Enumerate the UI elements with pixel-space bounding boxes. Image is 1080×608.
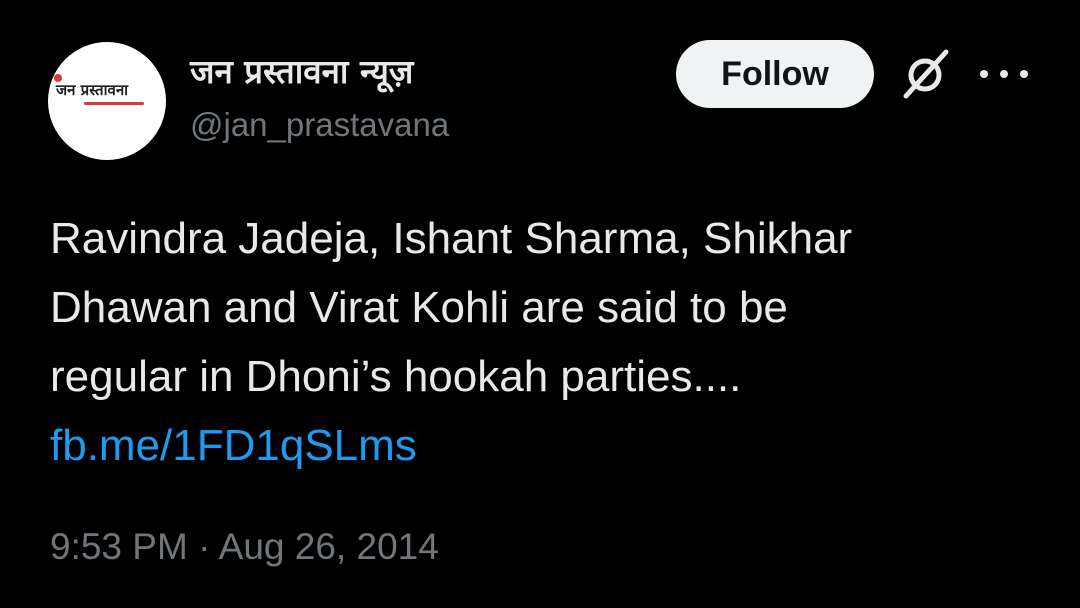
grok-icon[interactable] (896, 46, 954, 104)
tweet-text: Ravindra Jadeja, Ishant Sharma, Shikhar … (50, 204, 1040, 480)
tweet-time: 9:53 PM (50, 526, 188, 567)
avatar-logo-text: जन प्रस्तावना (56, 81, 129, 99)
tweet-text-line: regular in Dhoni’s hookah parties.... (50, 352, 742, 401)
avatar[interactable]: जन प्रस्तावना (48, 42, 166, 160)
more-dot (1020, 70, 1028, 78)
follow-button[interactable]: Follow (676, 40, 874, 108)
author-handle[interactable]: @jan_prastavana (190, 106, 449, 144)
tweet-text-line: Ravindra Jadeja, Ishant Sharma, Shikhar (50, 214, 853, 263)
avatar-logo-underline (84, 102, 144, 105)
tweet-date: Aug 26, 2014 (218, 526, 439, 567)
tweet-text-line: Dhawan and Virat Kohli are said to be (50, 283, 788, 332)
more-icon[interactable] (980, 56, 1028, 92)
tweet-card: जन प्रस्तावना जन प्रस्तावना न्यूज़ @jan_… (0, 0, 1080, 608)
meta-separator: · (198, 526, 211, 567)
more-dot (980, 70, 988, 78)
more-dot (1000, 70, 1008, 78)
tweet-timestamp[interactable]: 9:53 PM · Aug 26, 2014 (50, 526, 439, 568)
tweet-link[interactable]: fb.me/1FD1qSLms (50, 411, 1040, 480)
author-display-name[interactable]: जन प्रस्तावना न्यूज़ (190, 48, 413, 93)
